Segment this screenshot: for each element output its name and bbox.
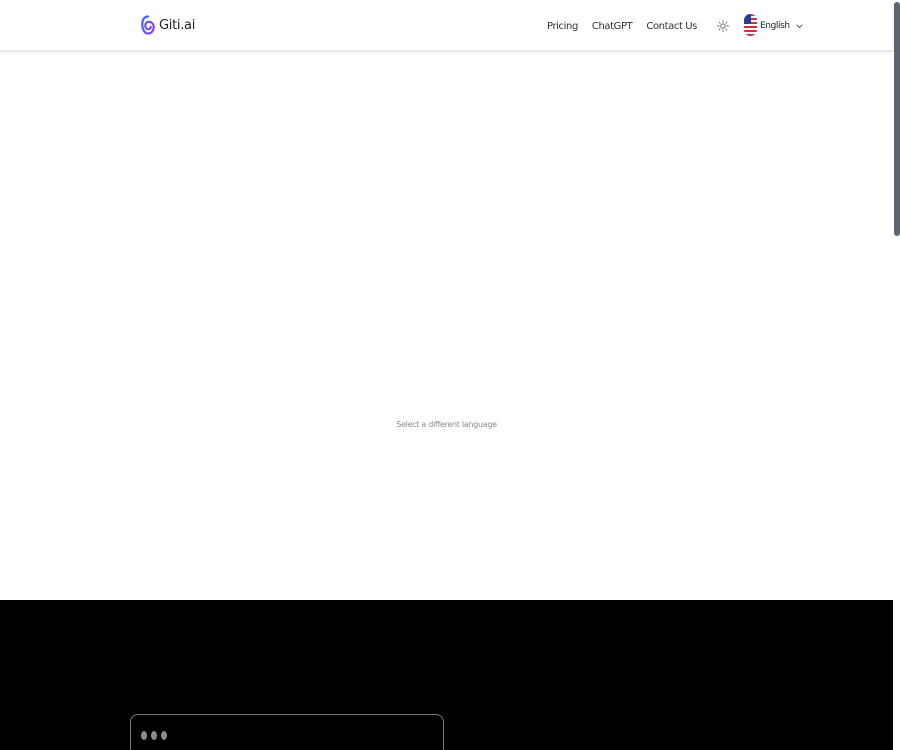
us-flag-icon	[744, 14, 757, 36]
code-window	[130, 714, 444, 750]
nav-chatgpt-link[interactable]: ChatGPT	[592, 21, 633, 32]
language-hint-text: Select a different language	[396, 420, 497, 429]
nav-pricing-link[interactable]: Pricing	[547, 21, 578, 32]
swirl-logo-icon	[141, 15, 155, 35]
sun-icon[interactable]	[717, 20, 729, 32]
scrollbar-thumb[interactable]	[894, 2, 900, 236]
chevron-down-icon	[796, 24, 803, 28]
window-dots-icon	[141, 731, 167, 740]
logo-text: Giti.ai	[159, 17, 196, 33]
nav-contact-link[interactable]: Contact Us	[646, 21, 697, 32]
window-dot	[141, 731, 147, 740]
site-header: Giti.ai Pricing ChatGPT Contact Us Engli…	[0, 0, 893, 51]
dark-footer-section	[0, 600, 894, 750]
window-dot	[151, 731, 157, 740]
language-label: English	[760, 21, 790, 31]
page: Giti.ai Pricing ChatGPT Contact Us Engli…	[0, 0, 900, 750]
top-nav: Pricing ChatGPT Contact Us English	[547, 14, 803, 36]
logo-link[interactable]: Giti.ai	[141, 13, 195, 37]
window-dot	[161, 731, 167, 740]
language-selector[interactable]: English	[744, 14, 803, 36]
vertical-scrollbar[interactable]	[893, 0, 900, 750]
main-content: Select a different language	[0, 51, 893, 600]
